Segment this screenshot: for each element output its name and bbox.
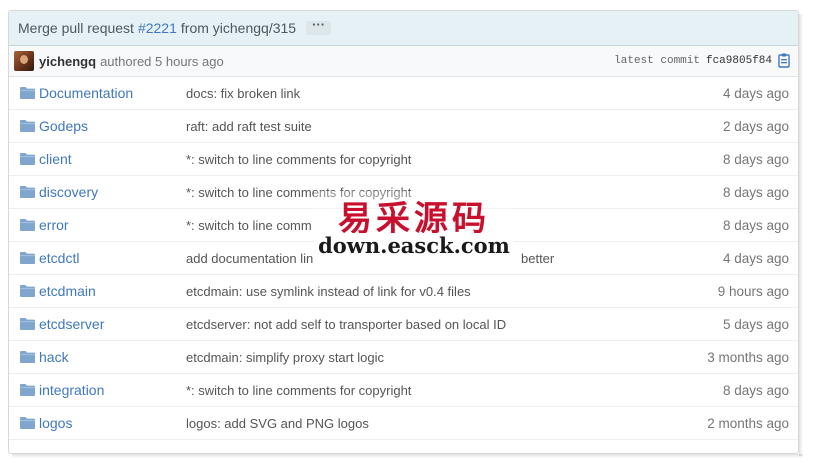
clipboard-icon[interactable] bbox=[778, 53, 790, 68]
avatar[interactable] bbox=[14, 51, 34, 71]
commit-title-bar: Merge pull request #2221 from yichengq/3… bbox=[9, 11, 798, 46]
folder-icon bbox=[20, 87, 35, 99]
table-row: logos logos: add SVG and PNG logos 2 month… bbox=[9, 407, 798, 440]
folder-link[interactable]: Godeps bbox=[39, 118, 88, 134]
folder-link[interactable]: client bbox=[39, 151, 72, 167]
folder-icon bbox=[20, 219, 35, 231]
table-row: integration *: switch to line comments fo… bbox=[9, 374, 798, 407]
author-link[interactable]: yichengq bbox=[39, 54, 96, 69]
commit-message-tail[interactable]: better bbox=[521, 251, 554, 266]
commit-sha-link[interactable]: fca9805f84 bbox=[706, 55, 772, 67]
latest-commit-label: latest commit bbox=[614, 55, 700, 67]
folder-link[interactable]: etcdmain bbox=[39, 283, 96, 299]
commit-age: 8 days ago bbox=[722, 217, 789, 233]
folder-icon bbox=[20, 318, 35, 330]
latest-commit: latest commit fca9805f84 bbox=[614, 55, 772, 67]
authored-time: authored 5 hours ago bbox=[100, 53, 224, 69]
commit-age: 5 days ago bbox=[722, 316, 789, 332]
commit-age: 2 months ago bbox=[707, 415, 789, 431]
commit-age: 2 days ago bbox=[722, 118, 789, 134]
commit-message-link[interactable]: *: switch to line comm bbox=[186, 218, 312, 233]
commit-age: 9 hours ago bbox=[717, 283, 789, 299]
folder-link[interactable]: etcdserver bbox=[39, 316, 104, 332]
commit-age: 4 days ago bbox=[722, 85, 789, 101]
folder-icon bbox=[20, 384, 35, 396]
frame-shadow-bottom bbox=[12, 454, 803, 458]
folder-icon bbox=[20, 153, 35, 165]
folder-icon bbox=[20, 351, 35, 363]
commit-meta-bar: yichengq authored 5 hours ago latest com… bbox=[9, 46, 798, 77]
commit-age: 8 days ago bbox=[722, 151, 789, 167]
folder-link[interactable]: logos bbox=[39, 415, 72, 431]
watermark: 易采源码 down.easck.com bbox=[314, 191, 514, 269]
folder-link[interactable]: integration bbox=[39, 382, 104, 398]
folder-icon bbox=[20, 252, 35, 264]
table-row: hack etcdmain: simplify proxy start logic… bbox=[9, 341, 798, 374]
folder-link[interactable]: error bbox=[39, 217, 69, 233]
folder-link[interactable]: hack bbox=[39, 349, 69, 365]
table-row: etcdmain etcdmain: use symlink instead of… bbox=[9, 275, 798, 308]
folder-link[interactable]: etcdctl bbox=[39, 250, 79, 266]
commit-message-link[interactable]: *: switch to line comments for copyright bbox=[186, 152, 411, 167]
table-row: etcdserver etcdserver: not add self to tr… bbox=[9, 308, 798, 341]
frame-shadow-right bbox=[799, 14, 803, 456]
commit-message-link[interactable]: etcdmain: use symlink instead of link fo… bbox=[186, 284, 471, 299]
commit-message-prefix: Merge pull request bbox=[18, 20, 134, 36]
folder-icon bbox=[20, 186, 35, 198]
folder-link[interactable]: Documentation bbox=[39, 85, 133, 101]
commit-age: 3 months ago bbox=[707, 349, 789, 365]
pull-request-link[interactable]: #2221 bbox=[138, 20, 177, 36]
commit-message-link[interactable]: *: switch to line comments for copyright bbox=[186, 383, 411, 398]
folder-icon bbox=[20, 285, 35, 297]
commit-message-link[interactable]: etcdserver: not add self to transporter … bbox=[186, 317, 506, 332]
folder-icon bbox=[20, 417, 35, 429]
commit-message-link[interactable]: raft: add raft test suite bbox=[186, 119, 312, 134]
commit-message-link[interactable]: docs: fix broken link bbox=[186, 86, 300, 101]
commit-age: 4 days ago bbox=[722, 250, 789, 266]
commit-message-link[interactable]: etcdmain: simplify proxy start logic bbox=[186, 350, 384, 365]
commit-message-link[interactable]: logos: add SVG and PNG logos bbox=[186, 416, 369, 431]
table-row: Documentation docs: fix broken link 4 days… bbox=[9, 77, 798, 110]
expand-commit-button[interactable]: ··· bbox=[306, 18, 332, 35]
table-row: client *: switch to line comments for cop… bbox=[9, 143, 798, 176]
watermark-url: down.easck.com bbox=[314, 233, 514, 261]
commit-message-suffix: from yichengq/315 bbox=[180, 20, 297, 36]
commit-age: 8 days ago bbox=[722, 184, 789, 200]
commit-message-link[interactable]: add documentation lin bbox=[186, 251, 313, 266]
folder-link[interactable]: discovery bbox=[39, 184, 98, 200]
table-row: Godeps raft: add raft test suite 2 days ag… bbox=[9, 110, 798, 143]
folder-icon bbox=[20, 120, 35, 132]
commit-age: 8 days ago bbox=[722, 382, 789, 398]
